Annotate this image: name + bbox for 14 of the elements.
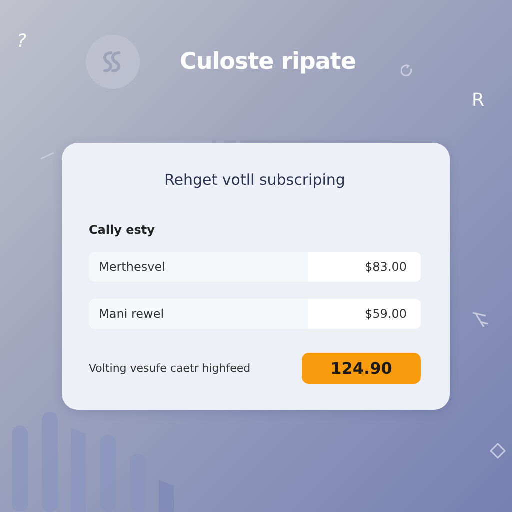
diamond-icon <box>490 443 506 459</box>
decorative-glyph: ? <box>17 31 27 52</box>
card-heading: Rehget votll subscriping <box>164 171 346 189</box>
refresh-icon <box>401 64 413 78</box>
page-title: Culoste ripate <box>180 49 356 75</box>
total-button[interactable]: 124.90 <box>302 353 421 384</box>
plan-price: $83.00 <box>308 252 421 282</box>
decorative-glyph: R <box>472 90 485 111</box>
logo-icon <box>86 35 140 89</box>
plan-label: Mani rewel <box>98 307 166 321</box>
footer-text: Volting vesufe caetr highfeed <box>89 362 251 375</box>
plan-label: Merthesvel <box>98 260 166 274</box>
section-label: Cally esty <box>89 223 156 237</box>
plan-price: $59.00 <box>308 299 421 329</box>
